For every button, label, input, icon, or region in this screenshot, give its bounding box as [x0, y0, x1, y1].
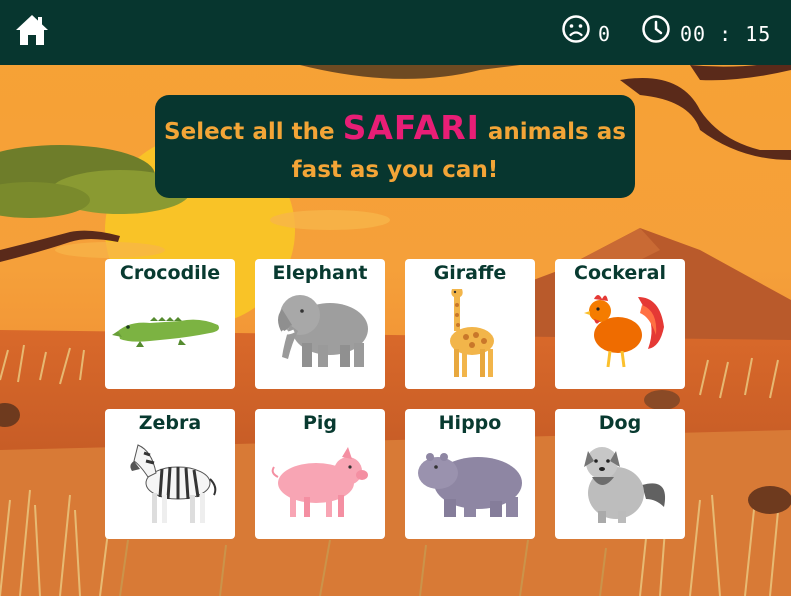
- animal-label: Elephant: [272, 262, 368, 284]
- animal-label: Cockeral: [574, 262, 666, 284]
- animal-card-crocodile[interactable]: Crocodile: [105, 259, 235, 389]
- home-button[interactable]: [14, 13, 50, 47]
- dog-icon: [584, 447, 666, 523]
- instruction-prefix: Select all the: [164, 119, 343, 145]
- top-bar: 0 00 : 15: [0, 0, 791, 65]
- animal-card-zebra[interactable]: Zebra: [105, 409, 235, 539]
- timer: 00 : 15: [680, 22, 772, 46]
- home-icon: [16, 15, 48, 45]
- animal-label: Hippo: [438, 412, 502, 434]
- animal-card-hippo[interactable]: Hippo: [405, 409, 535, 539]
- animal-card-cockeral[interactable]: Cockeral: [555, 259, 685, 389]
- giraffe-icon: [450, 289, 494, 377]
- clock-icon: [642, 15, 670, 43]
- animal-label: Giraffe: [433, 262, 507, 284]
- instruction-banner: Select all the SAFARI animals as fast as…: [155, 95, 635, 198]
- zebra-icon: [130, 444, 217, 523]
- instruction-line-1: Select all the SAFARI animals as: [155, 109, 635, 151]
- instruction-highlight: SAFARI: [342, 108, 480, 147]
- animal-label: Dog: [598, 412, 642, 434]
- rooster-icon: [584, 295, 664, 368]
- crocodile-icon: [112, 317, 219, 347]
- animal-label: Crocodile: [119, 262, 221, 284]
- score-counter: 0: [598, 22, 611, 46]
- animal-label: Pig: [302, 412, 338, 434]
- sad-face-icon: [562, 15, 590, 43]
- animal-card-pig[interactable]: Pig: [255, 409, 385, 539]
- instruction-suffix: animals as: [479, 119, 626, 145]
- animal-card-dog[interactable]: Dog: [555, 409, 685, 539]
- instruction-line-2: fast as you can!: [291, 157, 499, 183]
- animal-card-giraffe[interactable]: Giraffe: [405, 259, 535, 389]
- pig-icon: [271, 447, 368, 517]
- elephant-icon: [278, 295, 368, 367]
- animal-label: Zebra: [138, 412, 202, 434]
- animal-card-elephant[interactable]: Elephant: [255, 259, 385, 389]
- hippo-icon: [418, 453, 522, 517]
